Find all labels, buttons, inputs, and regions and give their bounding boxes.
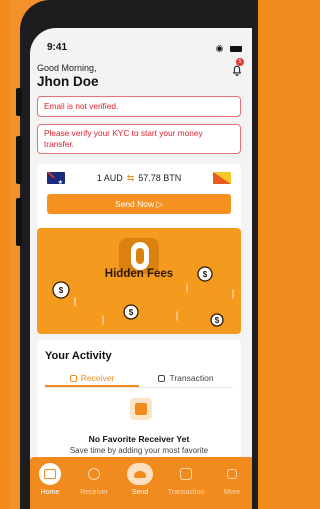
bhutan-flag-icon — [213, 172, 231, 184]
activity-title: Your Activity — [45, 350, 112, 362]
transaction-icon — [158, 375, 166, 382]
tab-receiver[interactable]: Receiver — [45, 370, 139, 387]
svg-text:$: $ — [59, 286, 64, 295]
nav-more[interactable]: More — [212, 463, 252, 496]
user-icon — [83, 463, 105, 485]
user-name: Jhon Doe — [37, 74, 99, 89]
alert-text: Email is not verified. — [44, 101, 119, 111]
tab-label: Transaction — [169, 373, 214, 383]
tab-label: Receiver — [80, 373, 115, 383]
email-alert[interactable]: Email is not verified. — [37, 96, 241, 117]
activity-card: Your Activity Receiver Transaction No Fa… — [37, 340, 241, 476]
status-icons: ◉ — [216, 43, 242, 54]
promo-label: Hidden Fees — [104, 268, 174, 280]
home-icon — [39, 463, 61, 485]
rate-to: 57.78 BTN — [138, 173, 182, 183]
nav-label: Send — [131, 489, 149, 496]
nav-label: Receiver — [80, 489, 108, 496]
more-icon — [221, 463, 243, 485]
nav-label: Home — [40, 489, 60, 496]
bottom-nav: Home Receiver Send Transaction More — [30, 457, 252, 509]
nav-home[interactable]: Home — [30, 463, 70, 496]
nav-transaction[interactable]: Transaction — [166, 463, 206, 496]
alert-text: Please verify your KYC to start your mon… — [44, 128, 203, 149]
svg-text:$: $ — [215, 316, 220, 325]
hidden-fees-banner: $ $ $ $ Hidden Fees — [37, 228, 241, 334]
receiver-icon — [69, 375, 77, 382]
battery-icon — [230, 45, 242, 52]
svg-text:$: $ — [129, 308, 134, 317]
nav-send[interactable]: Send — [120, 463, 160, 496]
send-now-button[interactable]: Send Now ▷ — [47, 194, 231, 214]
rate-from: 1 AUD — [96, 173, 123, 183]
greeting-text: Good Morning, — [37, 63, 97, 73]
swap-icon[interactable]: ⇆ — [127, 173, 135, 183]
phone-side-button — [16, 136, 22, 184]
send-icon — [127, 463, 153, 485]
wifi-icon: ◉ — [215, 43, 226, 53]
tab-transaction[interactable]: Transaction — [139, 370, 233, 387]
transaction-icon — [175, 463, 197, 485]
nav-label: More — [224, 489, 240, 496]
kyc-alert[interactable]: Please verify your KYC to start your mon… — [37, 124, 241, 154]
empty-receiver-icon — [130, 398, 152, 420]
phone-side-button — [16, 198, 22, 246]
activity-tabs: Receiver Transaction — [45, 370, 233, 388]
notification-badge: 5 — [236, 58, 244, 66]
status-bar: 9:41 ◉ — [30, 42, 252, 54]
exchange-rate: 1 AUD ⇆ 57.78 BTN — [37, 173, 241, 184]
status-time: 9:41 — [47, 42, 68, 53]
app-screen: 9:41 ◉ Good Morning, Jhon Doe 5 Email is… — [30, 28, 252, 509]
nav-label: Transaction — [167, 489, 205, 496]
promo-illustration: $ $ $ $ — [52, 238, 234, 327]
empty-state-title: No Favorite Receiver Yet — [88, 434, 190, 444]
phone-side-button — [16, 88, 22, 116]
nav-receiver[interactable]: Receiver — [74, 463, 114, 496]
